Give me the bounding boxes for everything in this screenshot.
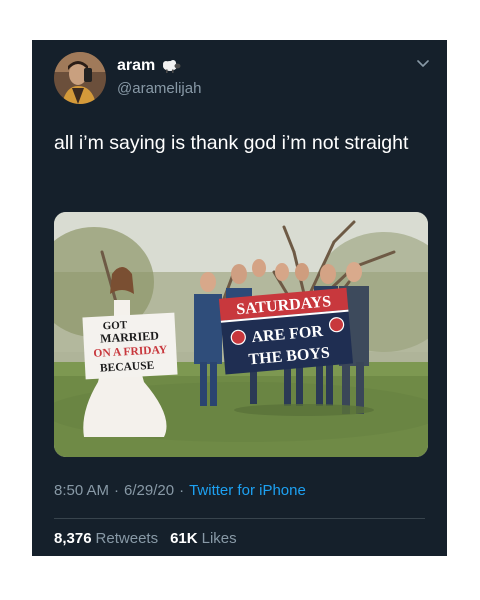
divider [54,518,425,519]
chevron-down-icon[interactable] [417,60,429,68]
tweet-meta: 8:50 AM · 6/29/20 · Twitter for iPhone [54,482,306,499]
tweet-text: all i’m saying is thank god i’m not stra… [54,132,409,154]
tweet-time[interactable]: 8:50 AM [54,482,109,499]
sheep-icon [161,59,181,73]
likes-stat[interactable]: 61K Likes [170,530,237,547]
wedding-photo: GOT MARRIED ON A FRIDAY BECAUSE SATURDAY… [54,212,428,457]
avatar[interactable] [54,52,106,104]
tweet-date[interactable]: 6/29/20 [124,482,174,499]
likes-label: Likes [201,530,237,547]
tweet-stats: 8,376 Retweets 61K Likes [54,530,237,547]
author-handle[interactable]: @aramelijah [117,80,201,97]
tweet-source-link[interactable]: Twitter for iPhone [189,482,306,499]
meta-separator-2: · [179,482,185,499]
author-row: aram [117,56,181,76]
display-name[interactable]: aram [117,57,155,75]
likes-count: 61K [170,530,198,547]
avatar-image [54,52,106,104]
meta-separator-1: · [114,482,120,499]
retweets-stat[interactable]: 8,376 Retweets [54,530,158,547]
tweet-card: aram @aramelijah all i’m saying is thank… [32,40,447,556]
retweets-count: 8,376 [54,530,92,547]
retweets-label: Retweets [95,530,159,547]
tweet-photo[interactable]: GOT MARRIED ON A FRIDAY BECAUSE SATURDAY… [54,212,428,457]
